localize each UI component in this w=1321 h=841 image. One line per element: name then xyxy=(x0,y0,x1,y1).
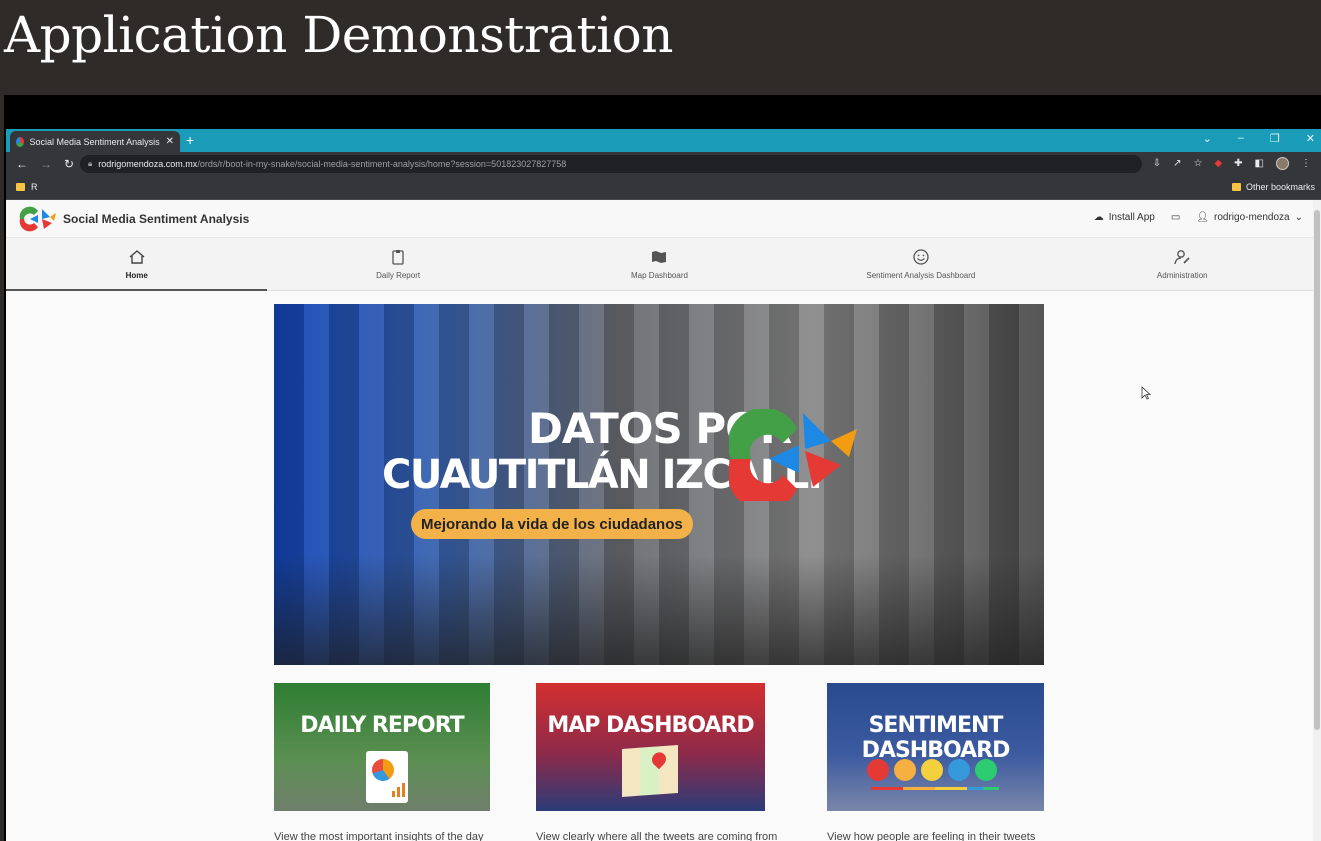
new-tab-button[interactable]: + xyxy=(186,132,194,148)
bookmarks-bar: R Other bookmarks xyxy=(6,176,1321,200)
install-icon[interactable]: ⇩ xyxy=(1153,158,1161,169)
address-bar-row: ← → ↻ 🔒︎ rodrigomendoza.com.mx /ords/r/b… xyxy=(6,152,1321,176)
tab-label: Map Dashboard xyxy=(631,271,688,280)
install-app-button[interactable]: ☁ Install App xyxy=(1094,212,1155,223)
main-nav: Home Daily Report Map Dashboard Sentimen… xyxy=(6,238,1313,291)
cloud-download-icon: ☁ xyxy=(1093,212,1104,223)
tab-strip: Social Media Sentiment Analysis ✕ + ⌄ – … xyxy=(6,129,1321,152)
window-controls: ⌄ – ❐ ✕ xyxy=(1203,132,1315,145)
emoji-scale xyxy=(867,759,997,781)
tab-home[interactable]: Home xyxy=(6,238,268,291)
bars-icon xyxy=(392,783,405,797)
card-map-dashboard[interactable]: MAP DASHBOARD xyxy=(536,683,765,811)
reload-icon[interactable]: ↻ xyxy=(64,157,74,171)
hero-banner: DATOS POR CUAUTITLÁN IZCALLI Mejorando l… xyxy=(274,304,1044,665)
tab-label: Sentiment Analysis Dashboard xyxy=(866,271,976,280)
restore-icon[interactable]: ❐ xyxy=(1270,132,1280,145)
app-header: Social Media Sentiment Analysis ☁ Instal… xyxy=(6,200,1313,238)
card-title: MAP DASHBOARD xyxy=(547,713,754,738)
lock-icon: 🔒︎ xyxy=(88,159,93,168)
tab-label: Home xyxy=(125,271,148,280)
user-icon: 👤︎ xyxy=(1196,212,1209,223)
extension-icon[interactable]: ◆ xyxy=(1214,158,1222,169)
neutral-face-icon xyxy=(921,759,943,781)
tab-daily-report[interactable]: Daily Report xyxy=(267,238,528,290)
tab-administration[interactable]: Administration xyxy=(1052,238,1313,290)
nav-buttons: ← → ↻ xyxy=(16,157,74,171)
bookmark-folder-r[interactable]: R xyxy=(16,182,38,192)
angry-face-icon xyxy=(867,759,889,781)
app-name[interactable]: Social Media Sentiment Analysis xyxy=(63,212,249,226)
tab-title: Social Media Sentiment Analysis xyxy=(29,136,160,147)
smile-face-icon xyxy=(948,759,970,781)
page-scrollbar[interactable] xyxy=(1313,200,1321,841)
sidepanel-icon[interactable]: ◧ xyxy=(1255,158,1264,169)
other-bookmarks[interactable]: Other bookmarks xyxy=(1231,182,1315,192)
close-window-icon[interactable]: ✕ xyxy=(1306,132,1315,145)
folder-icon xyxy=(1231,183,1241,191)
sad-face-icon xyxy=(894,759,916,781)
app-logo[interactable] xyxy=(16,205,58,233)
user-wrench-icon xyxy=(1174,250,1190,265)
card-description: View how people are feeling in their twe… xyxy=(827,831,1036,841)
card-title: DAILY REPORT xyxy=(300,713,464,738)
url-host: rodrigomendoza.com.mx xyxy=(98,159,198,169)
home-icon xyxy=(129,250,145,264)
card-sentiment-dashboard[interactable]: SENTIMENT DASHBOARD xyxy=(827,683,1044,811)
toolbar-icons: ⇩ ↗ ☆ ◆ ✚ ◧ ⋮ xyxy=(1153,157,1311,170)
report-chart-icon xyxy=(366,751,408,803)
browser-window: Social Media Sentiment Analysis ✕ + ⌄ – … xyxy=(6,129,1321,841)
hero-shade xyxy=(274,555,1044,665)
slide-title: Application Demonstration xyxy=(4,6,673,64)
slide-title-bar: Application Demonstration xyxy=(0,0,1321,95)
star-icon[interactable]: ☆ xyxy=(1193,158,1202,169)
folder-icon xyxy=(16,183,25,191)
tab-label: Daily Report xyxy=(376,271,421,280)
bookmark-label: R xyxy=(31,182,38,192)
mouse-cursor-icon xyxy=(1141,386,1151,400)
web-page: Social Media Sentiment Analysis ☁ Instal… xyxy=(6,200,1313,841)
pie-icon xyxy=(372,759,394,781)
browser-tab[interactable]: Social Media Sentiment Analysis ✕ xyxy=(10,131,180,152)
back-icon[interactable]: ← xyxy=(16,157,28,171)
card-description: View clearly where all the tweets are co… xyxy=(536,831,778,841)
user-name: rodrigo-mendoza xyxy=(1214,212,1290,223)
smiley-icon xyxy=(913,249,929,265)
scrollbar-thumb[interactable] xyxy=(1314,210,1320,730)
happy-face-icon xyxy=(975,759,997,781)
header-actions: ☁ Install App ▭ 👤︎ rodrigo-mendoza ⌄ xyxy=(1094,212,1303,223)
map-icon xyxy=(652,251,667,263)
tab-close-icon[interactable]: ✕ xyxy=(166,136,174,147)
minimize-icon[interactable]: – xyxy=(1238,132,1244,145)
install-app-label: Install App xyxy=(1108,212,1155,223)
tab-sentiment-dashboard[interactable]: Sentiment Analysis Dashboard xyxy=(790,238,1051,290)
map-pin-icon xyxy=(622,745,678,797)
chat-icon[interactable]: ▭ xyxy=(1171,212,1180,223)
other-bookmarks-label: Other bookmarks xyxy=(1245,182,1315,192)
menu-kebab-icon[interactable]: ⋮ xyxy=(1301,158,1311,169)
card-description: View the most important insights of the … xyxy=(274,831,484,841)
share-icon[interactable]: ↗ xyxy=(1173,158,1181,169)
profile-avatar[interactable] xyxy=(1276,157,1289,170)
sentiment-scale-line xyxy=(871,787,999,790)
user-menu[interactable]: 👤︎ rodrigo-mendoza ⌄ xyxy=(1196,212,1303,223)
tab-search-icon[interactable]: ⌄ xyxy=(1203,132,1212,145)
hero-tagline: Mejorando la vida de los ciudadanos xyxy=(411,509,693,539)
card-daily-report[interactable]: DAILY REPORT xyxy=(274,683,490,811)
url-path: /ords/r/boot-in-my-snake/social-media-se… xyxy=(197,159,567,169)
chevron-down-icon: ⌄ xyxy=(1294,212,1303,223)
url-field[interactable]: 🔒︎ rodrigomendoza.com.mx /ords/r/boot-in… xyxy=(80,155,1142,173)
card-title: SENTIMENT DASHBOARD xyxy=(861,713,1011,763)
puzzle-icon[interactable]: ✚ xyxy=(1234,158,1242,169)
hero-logo xyxy=(729,409,857,501)
pin-icon xyxy=(649,749,669,770)
tab-map-dashboard[interactable]: Map Dashboard xyxy=(529,238,790,290)
tab-label: Administration xyxy=(1156,271,1208,280)
forward-icon[interactable]: → xyxy=(40,157,52,171)
favicon-icon xyxy=(16,136,24,147)
clipboard-icon xyxy=(392,250,404,265)
